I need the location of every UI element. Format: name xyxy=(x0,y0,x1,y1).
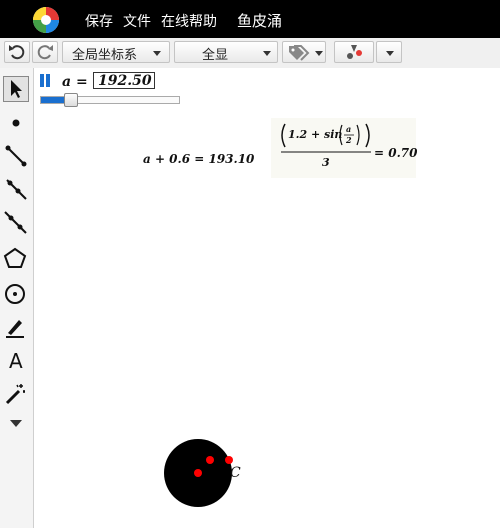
fraction-inner-den: 2 xyxy=(345,135,352,145)
variable-value-field[interactable]: 192.50 xyxy=(93,72,155,89)
text-tool-icon: A xyxy=(9,349,23,373)
tag-dropdown[interactable] xyxy=(282,41,326,63)
black-disk xyxy=(164,439,232,507)
red-point xyxy=(194,469,202,477)
drawing-canvas[interactable]: a = 192.50 a + 0.6 = 193.10 1.2 + sin a … xyxy=(34,68,500,528)
style-menu-button[interactable] xyxy=(376,41,402,63)
show-all-dropdown[interactable]: 全显 xyxy=(174,41,278,63)
freehand-tool-icon xyxy=(6,320,24,338)
chevron-down-icon xyxy=(263,51,271,56)
line-tool[interactable] xyxy=(3,210,29,236)
menu-file[interactable]: 文件 xyxy=(123,11,151,31)
segment-tool-icon xyxy=(5,145,27,167)
tag-icon xyxy=(289,45,310,61)
polygon-tool[interactable] xyxy=(3,246,29,272)
slider-thumb[interactable] xyxy=(63,93,78,107)
fraction-inner-var: a xyxy=(346,124,351,134)
style-button[interactable] xyxy=(334,41,374,63)
geometry-figure[interactable] xyxy=(34,68,500,528)
magic-wand-tool-icon xyxy=(5,384,25,405)
red-point xyxy=(206,456,214,464)
red-point xyxy=(225,456,233,464)
toolbar: 全局坐标系 全显 xyxy=(0,38,500,69)
chevron-down-icon xyxy=(153,51,161,56)
fraction-result: = 0.70 xyxy=(374,146,418,160)
fraction-denominator: 3 xyxy=(322,156,330,169)
ray-tool[interactable] xyxy=(3,176,29,202)
freehand-tool[interactable] xyxy=(3,314,29,340)
arrow-tool-icon xyxy=(11,80,22,98)
coord-system-dropdown[interactable]: 全局坐标系 xyxy=(62,41,170,63)
chevron-down-icon xyxy=(386,51,394,56)
select-tool[interactable] xyxy=(3,76,29,102)
app-title: 鱼皮涌 xyxy=(237,12,283,30)
circle-tool-icon xyxy=(5,284,25,304)
coord-system-label: 全局坐标系 xyxy=(72,48,138,63)
segment-tool[interactable] xyxy=(3,143,29,169)
variable-slider: a = 192.50 xyxy=(40,72,200,112)
undo-icon xyxy=(9,45,25,60)
slider-track[interactable] xyxy=(40,96,180,104)
circle-tool[interactable] xyxy=(3,281,29,307)
chevron-down-icon xyxy=(315,51,323,56)
show-all-label: 全显 xyxy=(202,48,229,63)
point-label-c: C xyxy=(230,465,241,481)
more-tools-icon xyxy=(10,420,22,427)
text-tool[interactable]: A xyxy=(3,349,29,375)
variable-label: a = xyxy=(62,74,88,90)
tool-palette: A xyxy=(0,68,34,528)
more-tools-button[interactable] xyxy=(3,411,29,437)
point-tool-icon xyxy=(12,119,20,127)
color-style-icon xyxy=(347,45,362,59)
ray-tool-icon xyxy=(6,179,27,200)
polygon-tool-icon xyxy=(3,247,27,268)
magic-wand-tool[interactable] xyxy=(3,382,29,408)
fraction-num-const: 1.2 + sin xyxy=(288,128,342,141)
redo-icon xyxy=(37,45,53,60)
menu-online-help[interactable]: 在线帮助 xyxy=(161,11,217,31)
redo-button[interactable] xyxy=(32,41,58,63)
menu-save[interactable]: 保存 xyxy=(85,11,113,31)
top-menu-bar: 保存 文件 在线帮助 鱼皮涌 xyxy=(0,0,500,38)
pause-icon[interactable] xyxy=(40,74,52,88)
app-logo-icon[interactable] xyxy=(24,5,64,35)
point-tool[interactable] xyxy=(3,110,29,136)
undo-button[interactable] xyxy=(4,41,30,63)
line-tool-icon xyxy=(4,211,27,234)
sum-expression[interactable]: a + 0.6 = 193.10 xyxy=(143,152,254,166)
